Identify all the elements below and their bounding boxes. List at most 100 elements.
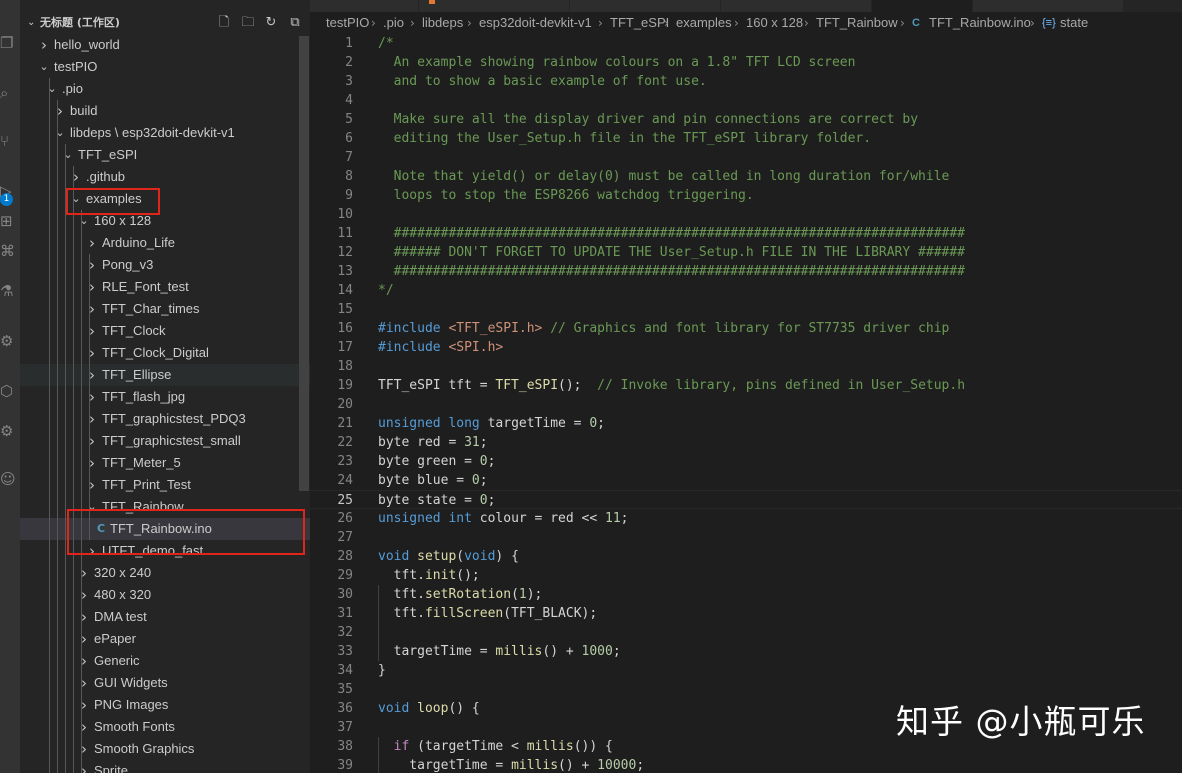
code-line[interactable]: 22byte red = 31; xyxy=(310,433,1182,452)
refresh-icon[interactable]: ↻ xyxy=(262,12,280,34)
folder-item[interactable]: ›TFT_graphicstest_PDQ3 xyxy=(20,408,310,430)
folder-item[interactable]: ›TFT_Meter_5 xyxy=(20,452,310,474)
folder-item[interactable]: ›RLE_Font_test xyxy=(20,276,310,298)
code-line[interactable]: 10 xyxy=(310,205,1182,224)
folder-item[interactable]: ›Smooth Graphics xyxy=(20,738,310,760)
extensions-icon[interactable]: ⊞ xyxy=(0,210,16,232)
code-line[interactable]: 1/* xyxy=(310,34,1182,53)
folder-item[interactable]: ⌄.pio xyxy=(20,78,310,100)
code-line[interactable]: 2 An example showing rainbow colours on … xyxy=(310,53,1182,72)
code-line[interactable]: 18 xyxy=(310,357,1182,376)
breadcrumb-item[interactable]: libdeps xyxy=(422,12,463,34)
folder-item[interactable]: ›hello_world xyxy=(20,34,310,56)
folder-item[interactable]: ›PNG Images xyxy=(20,694,310,716)
folder-item[interactable]: ›TFT_Print_Test xyxy=(20,474,310,496)
tab[interactable] xyxy=(973,0,1124,12)
testing-icon[interactable]: ⚗ xyxy=(0,280,16,302)
breadcrumb-symbol[interactable]: state xyxy=(1060,12,1088,34)
code-line[interactable]: 13 #####################################… xyxy=(310,262,1182,281)
settings-icon[interactable]: ⚙ xyxy=(0,420,16,442)
collapse-all-icon[interactable]: ⧉ xyxy=(286,12,304,34)
folder-item[interactable]: ⌄libdeps \ esp32doit-devkit-v1 xyxy=(20,122,310,144)
account-icon[interactable]: ☺ xyxy=(0,468,16,490)
code-line[interactable]: 11 #####################################… xyxy=(310,224,1182,243)
tab-active[interactable] xyxy=(872,0,973,12)
files-icon[interactable]: ❐ xyxy=(0,32,16,54)
code-line[interactable]: 19TFT_eSPI tft = TFT_eSPI(); // Invoke l… xyxy=(310,376,1182,395)
code-line[interactable]: 28void setup(void) { xyxy=(310,547,1182,566)
folder-item[interactable]: ⌄TFT_Rainbow xyxy=(20,496,310,518)
folder-item[interactable]: ⌄examples xyxy=(20,188,310,210)
code-line[interactable]: 9 loops to stop the ESP8266 watchdog tri… xyxy=(310,186,1182,205)
code-line[interactable]: 39 targetTime = millis() + 10000; xyxy=(310,756,1182,773)
code-line[interactable]: 8 Note that yield() or delay(0) must be … xyxy=(310,167,1182,186)
new-folder-icon[interactable]: 🗀 xyxy=(239,12,257,34)
code-line[interactable]: 14*/ xyxy=(310,281,1182,300)
folder-item[interactable]: ›Arduino_Life xyxy=(20,232,310,254)
folder-item[interactable]: ›build xyxy=(20,100,310,122)
folder-item[interactable]: ›320 x 240 xyxy=(20,562,310,584)
folder-item[interactable]: ›GUI Widgets xyxy=(20,672,310,694)
folder-item[interactable]: ›TFT_Ellipse xyxy=(20,364,310,386)
folder-item[interactable]: ›UTFT_demo_fast xyxy=(20,540,310,562)
folder-item[interactable]: ›TFT_flash_jpg xyxy=(20,386,310,408)
folder-item[interactable]: ›Generic xyxy=(20,650,310,672)
docker-icon[interactable]: ⬡ xyxy=(0,380,16,402)
code-line[interactable]: 27 xyxy=(310,528,1182,547)
code-line[interactable]: 30 tft.setRotation(1); xyxy=(310,585,1182,604)
code-line[interactable]: 20 xyxy=(310,395,1182,414)
breadcrumb-item[interactable]: TFT_Rainbow xyxy=(816,12,898,34)
code-editor[interactable]: 1/*2 An example showing rainbow colours … xyxy=(310,34,1182,773)
tab[interactable] xyxy=(721,0,872,12)
code-line[interactable]: 21unsigned long targetTime = 0; xyxy=(310,414,1182,433)
code-line[interactable]: 4 xyxy=(310,91,1182,110)
code-line[interactable]: 6 editing the User_Setup.h file in the T… xyxy=(310,129,1182,148)
code-line[interactable]: 31 tft.fillScreen(TFT_BLACK); xyxy=(310,604,1182,623)
folder-item[interactable]: ›TFT_graphicstest_small xyxy=(20,430,310,452)
folder-item[interactable]: ›TFT_Clock xyxy=(20,320,310,342)
folder-item[interactable]: ›Sprite xyxy=(20,760,310,773)
code-line[interactable]: 32 xyxy=(310,623,1182,642)
folder-item[interactable]: ⌄160 x 128 xyxy=(20,210,310,232)
code-line[interactable]: 25byte state = 0; xyxy=(310,490,1182,509)
breadcrumb-item[interactable]: esp32doit-devkit-v1 xyxy=(479,12,592,34)
folder-item[interactable]: ›TFT_Char_times xyxy=(20,298,310,320)
folder-item[interactable]: ›480 x 320 xyxy=(20,584,310,606)
explorer-header[interactable]: ⌄ 无标题 (工作区) 🗋 🗀 ↻ ⧉ xyxy=(20,12,310,34)
folder-item[interactable]: ›Smooth Fonts xyxy=(20,716,310,738)
tab[interactable] xyxy=(419,0,570,12)
file-item[interactable]: CTFT_Rainbow.ino xyxy=(20,518,310,540)
platformio-icon[interactable]: ⚙ xyxy=(0,330,16,352)
code-line[interactable]: 34} xyxy=(310,661,1182,680)
source-control-icon[interactable]: ⑂ xyxy=(0,130,16,152)
breadcrumb-item[interactable]: testPIO xyxy=(326,12,369,34)
code-line[interactable]: 5 Make sure all the display driver and p… xyxy=(310,110,1182,129)
code-line[interactable]: 7 xyxy=(310,148,1182,167)
new-file-icon[interactable]: 🗋 xyxy=(215,12,233,34)
folder-item[interactable]: ›ePaper xyxy=(20,628,310,650)
search-icon[interactable]: ⌕ xyxy=(0,82,16,104)
code-line[interactable]: 15 xyxy=(310,300,1182,319)
breadcrumb-item[interactable]: examples xyxy=(676,12,732,34)
folder-item[interactable]: ›DMA test xyxy=(20,606,310,628)
code-line[interactable]: 29 tft.init(); xyxy=(310,566,1182,585)
tab[interactable] xyxy=(570,0,721,12)
breadcrumb-item[interactable]: TFT_eSPI xyxy=(610,12,669,34)
folder-item[interactable]: ⌄TFT_eSPI xyxy=(20,144,310,166)
breadcrumb-file[interactable]: TFT_Rainbow.ino xyxy=(929,12,1031,34)
remote-icon[interactable]: ⌘ xyxy=(0,240,16,262)
breadcrumb-item[interactable]: .pio xyxy=(383,12,404,34)
code-line[interactable]: 26unsigned int colour = red << 11; xyxy=(310,509,1182,528)
breadcrumb-item[interactable]: 160 x 128 xyxy=(746,12,803,34)
code-line[interactable]: 24byte blue = 0; xyxy=(310,471,1182,490)
code-line[interactable]: 17#include <SPI.h> xyxy=(310,338,1182,357)
code-line[interactable]: 12 ###### DON'T FORGET TO UPDATE THE Use… xyxy=(310,243,1182,262)
tab[interactable] xyxy=(310,0,419,12)
code-line[interactable]: 23byte green = 0; xyxy=(310,452,1182,471)
folder-item[interactable]: ⌄testPIO xyxy=(20,56,310,78)
folder-item[interactable]: ›.github xyxy=(20,166,310,188)
code-line[interactable]: 3 and to show a basic example of font us… xyxy=(310,72,1182,91)
code-line[interactable]: 33 targetTime = millis() + 1000; xyxy=(310,642,1182,661)
sidebar-scrollbar[interactable] xyxy=(299,36,309,491)
code-line[interactable]: 35 xyxy=(310,680,1182,699)
